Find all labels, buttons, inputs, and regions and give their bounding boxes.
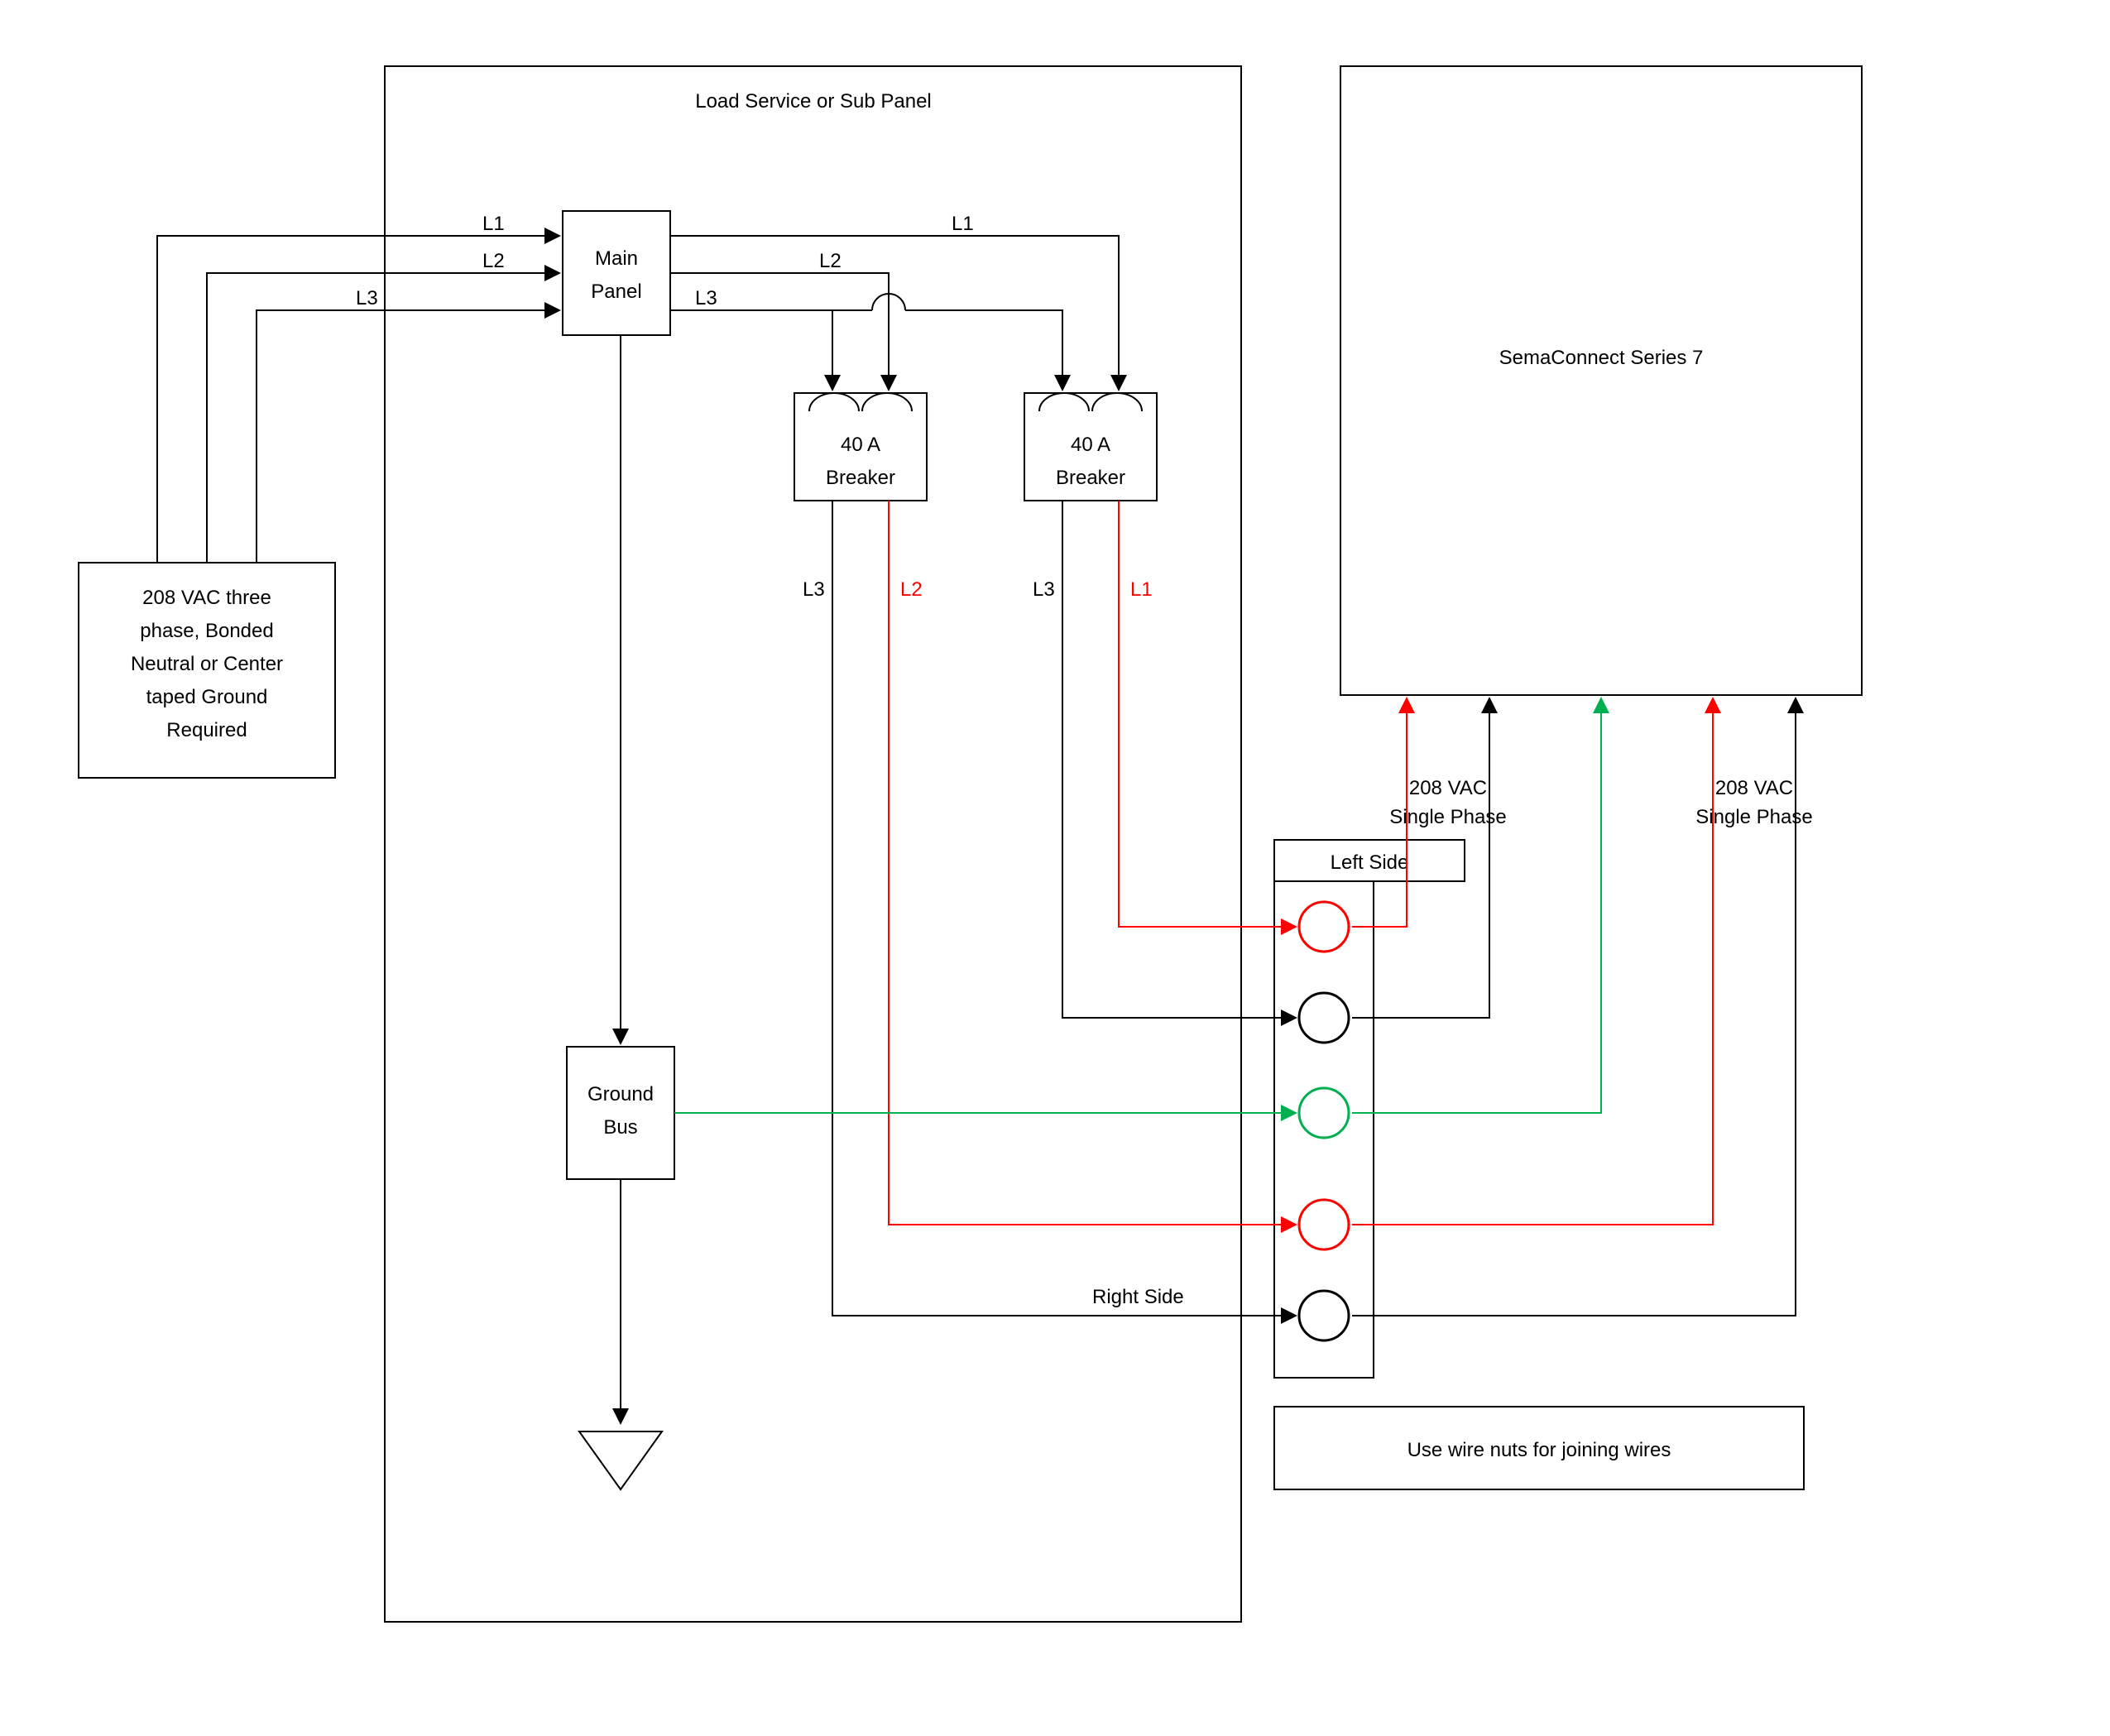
terminal-block (1274, 881, 1374, 1378)
lbl-br2-L1: L1 (1130, 578, 1153, 601)
lbl-L1-in: L1 (482, 213, 505, 235)
device-box (1340, 66, 1862, 695)
device-label: SemaConnect Series 7 (1499, 347, 1704, 369)
main-panel-l2: Panel (591, 281, 641, 303)
lbl-br1-L3: L3 (803, 578, 825, 601)
lbl-L3-in: L3 (356, 287, 378, 309)
source-l1: 208 VAC three (142, 587, 271, 609)
main-panel-box (563, 211, 670, 335)
lbl-L1-out: L1 (952, 213, 974, 235)
vac2-l1: 208 VAC (1715, 777, 1793, 799)
breaker1-l1: 40 A (841, 434, 880, 456)
breaker2-l1: 40 A (1071, 434, 1110, 456)
source-l2: phase, Bonded (140, 620, 273, 642)
ground-bus-l1: Ground (587, 1083, 654, 1105)
breaker2-l2: Breaker (1056, 467, 1125, 489)
lbl-br2-L3: L3 (1033, 578, 1055, 601)
wiring-diagram: 208 VAC three phase, Bonded Neutral or C… (0, 0, 2110, 1736)
subpanel-title: Load Service or Sub Panel (695, 90, 932, 113)
dev-wire-3 (1352, 698, 1601, 1113)
source-l4: taped Ground (146, 686, 268, 708)
source-l5: Required (166, 719, 247, 741)
vac1-l1: 208 VAC (1409, 777, 1487, 799)
source-l3: Neutral or Center (131, 653, 283, 675)
main-panel-l1: Main (595, 247, 638, 270)
lbl-br1-L2: L2 (900, 578, 923, 601)
lbl-L3-out: L3 (695, 287, 717, 309)
ground-bus-l2: Bus (603, 1116, 637, 1139)
breaker1-l2: Breaker (826, 467, 895, 489)
lbl-L2-out: L2 (819, 250, 842, 272)
ground-bus-box (567, 1047, 674, 1179)
lbl-L2-in: L2 (482, 250, 505, 272)
left-side-label: Left Side (1331, 851, 1409, 874)
right-side-label: Right Side (1092, 1286, 1184, 1308)
note-label: Use wire nuts for joining wires (1407, 1439, 1671, 1461)
subpanel-box (385, 66, 1241, 1622)
